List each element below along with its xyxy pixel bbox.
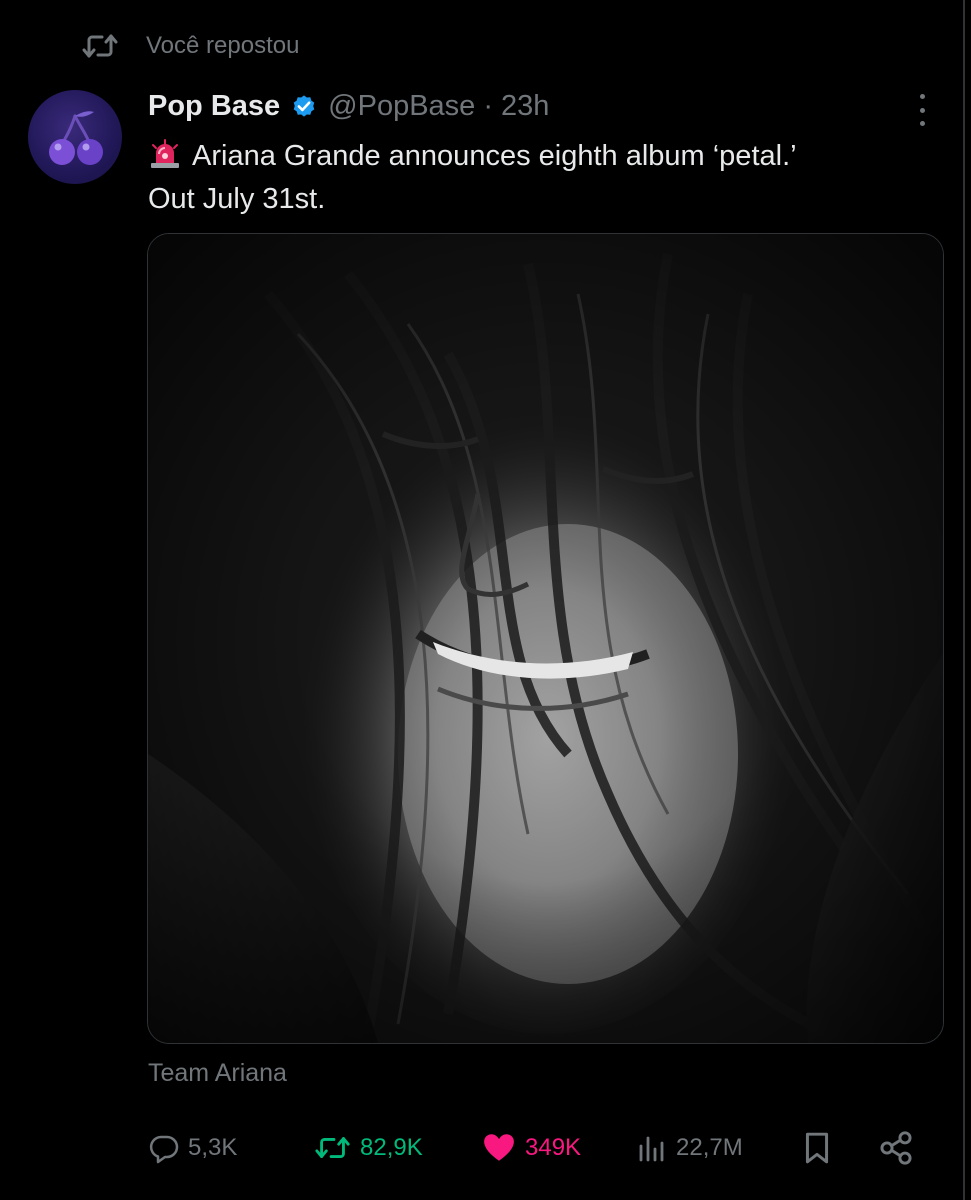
post-text: 🚨 Ariana Grande announces eighth album ‘… bbox=[148, 135, 938, 221]
post-timestamp[interactable]: 23h bbox=[501, 90, 549, 123]
photo-illustration bbox=[148, 234, 943, 1043]
post-media-image[interactable] bbox=[147, 233, 944, 1044]
bookmark-icon bbox=[805, 1132, 829, 1164]
repost-icon bbox=[315, 1137, 350, 1158]
post-header: Pop Base @PopBase · 23h bbox=[148, 84, 549, 128]
repost-button[interactable]: 82,9K bbox=[314, 1124, 423, 1172]
post-container[interactable]: Você repostou Pop Base @PopBase · 23h 🚨 bbox=[0, 0, 965, 1200]
reply-button[interactable]: 5,3K bbox=[148, 1124, 237, 1172]
more-dot bbox=[919, 121, 925, 126]
post-text-line2: Out July 31st. bbox=[148, 183, 326, 215]
more-dots-icon[interactable] bbox=[908, 92, 936, 128]
reply-count: 5,3K bbox=[188, 1134, 238, 1161]
media-caption: Team Ariana bbox=[148, 1059, 287, 1087]
share-button[interactable] bbox=[878, 1124, 922, 1172]
siren-icon bbox=[151, 139, 179, 168]
views-count: 22,7M bbox=[676, 1134, 743, 1161]
post-text-line1: Ariana Grande announces eighth album ‘pe… bbox=[192, 140, 797, 172]
header-separator: · bbox=[483, 89, 493, 122]
more-dot bbox=[919, 94, 925, 99]
action-bar: 5,3K 82,9K 349K 22,7M bbox=[148, 1124, 928, 1172]
avatar[interactable] bbox=[28, 90, 122, 184]
more-dot bbox=[919, 107, 925, 113]
cherry-icon bbox=[49, 111, 103, 165]
bookmark-button[interactable] bbox=[800, 1124, 842, 1172]
repost-context-label: Você repostou bbox=[146, 32, 300, 59]
like-button[interactable]: 349K bbox=[481, 1124, 581, 1172]
like-count: 349K bbox=[525, 1134, 582, 1161]
author-handle[interactable]: @PopBase bbox=[328, 90, 475, 123]
author-name[interactable]: Pop Base bbox=[148, 90, 280, 123]
repost-count: 82,9K bbox=[360, 1134, 423, 1161]
share-icon bbox=[880, 1131, 912, 1165]
views-bar-icon bbox=[639, 1136, 664, 1162]
repost-icon bbox=[82, 34, 118, 58]
verified-badge-icon[interactable] bbox=[290, 92, 318, 120]
repost-context[interactable]: Você repostou bbox=[80, 28, 299, 64]
views-button[interactable]: 22,7M bbox=[636, 1124, 743, 1172]
reply-icon bbox=[149, 1135, 179, 1164]
heart-icon bbox=[484, 1134, 514, 1161]
